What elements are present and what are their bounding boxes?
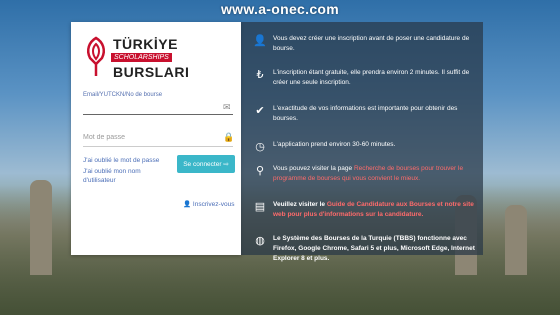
lock-icon: 🔒 xyxy=(223,132,235,142)
info-item: ◍ Le Système des Bourses de la Turquie (… xyxy=(247,234,479,262)
info-text: L'exactitude de vos informations est imp… xyxy=(273,105,458,122)
info-text: L'application prend environ 30-60 minute… xyxy=(273,141,396,148)
email-field[interactable] xyxy=(83,100,213,114)
info-text-prefix: Vous pouvez visiter la page xyxy=(273,165,354,172)
connect-button-label: Se connecter xyxy=(183,161,222,168)
turkiye-burslari-logo: TÜRKİYE SCHOLARSHIPS BURSLARI xyxy=(83,34,233,84)
info-item: ▤ Veuillez visiter le Guide de Candidatu… xyxy=(247,200,479,222)
clock-icon: ◷ xyxy=(255,141,265,153)
info-text: Veuillez visiter le Guide de Candidature… xyxy=(273,200,478,220)
tulip-logo-icon xyxy=(87,36,105,76)
email-field-label: Email/YUTCKN/No de bourse xyxy=(83,92,163,98)
login-card: TÜRKİYE SCHOLARSHIPS BURSLARI Email/YUTC… xyxy=(71,22,241,255)
lira-icon: ₺ xyxy=(256,69,264,81)
document-icon: ▤ xyxy=(254,201,266,213)
shield-check-icon: ✔ xyxy=(255,105,265,117)
info-item: ₺ L'inscription étant gratuite, elle pre… xyxy=(247,68,479,90)
building-tower xyxy=(505,205,527,275)
info-item: 👤 Vous devez créer une inscription avant… xyxy=(247,34,479,56)
info-text-prefix: Veuillez visiter le xyxy=(273,201,327,208)
register-link-label: Inscrivez-vous xyxy=(192,201,235,208)
watermark-text: www.a-onec.com xyxy=(220,1,340,17)
globe-icon: ◍ xyxy=(255,235,265,247)
mail-icon: ✉ xyxy=(223,102,231,112)
forgot-password-link[interactable]: J'ai oublié le mot de passe xyxy=(83,156,159,165)
building-tower xyxy=(30,180,52,275)
password-underline xyxy=(83,146,233,147)
user-add-icon: 👤 xyxy=(253,35,267,47)
register-link[interactable]: 👤 Inscrivez-vous xyxy=(183,200,234,208)
forgot-username-link[interactable]: J'ai oublié mon nom d'utilisateur xyxy=(83,167,173,185)
info-item: ✔ L'exactitude de vos informations est i… xyxy=(247,104,479,126)
info-text: Vous devez créer une inscription avant d… xyxy=(273,35,470,52)
info-text: Vous pouvez visiter la page Recherche de… xyxy=(273,164,478,184)
login-arrow-icon: ⇨ xyxy=(223,161,229,168)
password-field[interactable] xyxy=(83,130,213,144)
info-text: Le Système des Bourses de la Turquie (TB… xyxy=(273,235,475,262)
logo-word-burslari: BURSLARI xyxy=(113,64,190,80)
email-underline xyxy=(83,114,233,115)
user-plus-icon: 👤 xyxy=(183,201,192,208)
connect-button[interactable]: Se connecter ⇨ xyxy=(177,155,235,173)
info-item: ⚲ Vous pouvez visiter la page Recherche … xyxy=(247,164,479,186)
logo-word-turkiye: TÜRKİYE xyxy=(113,36,178,52)
info-panel: 👤 Vous devez créer une inscription avant… xyxy=(241,22,483,262)
search-icon: ⚲ xyxy=(255,165,265,177)
logo-band-scholarships: SCHOLARSHIPS xyxy=(111,53,172,62)
info-text: L'inscription étant gratuite, elle prend… xyxy=(273,69,470,86)
info-item: ◷ L'application prend environ 30-60 minu… xyxy=(247,140,479,153)
